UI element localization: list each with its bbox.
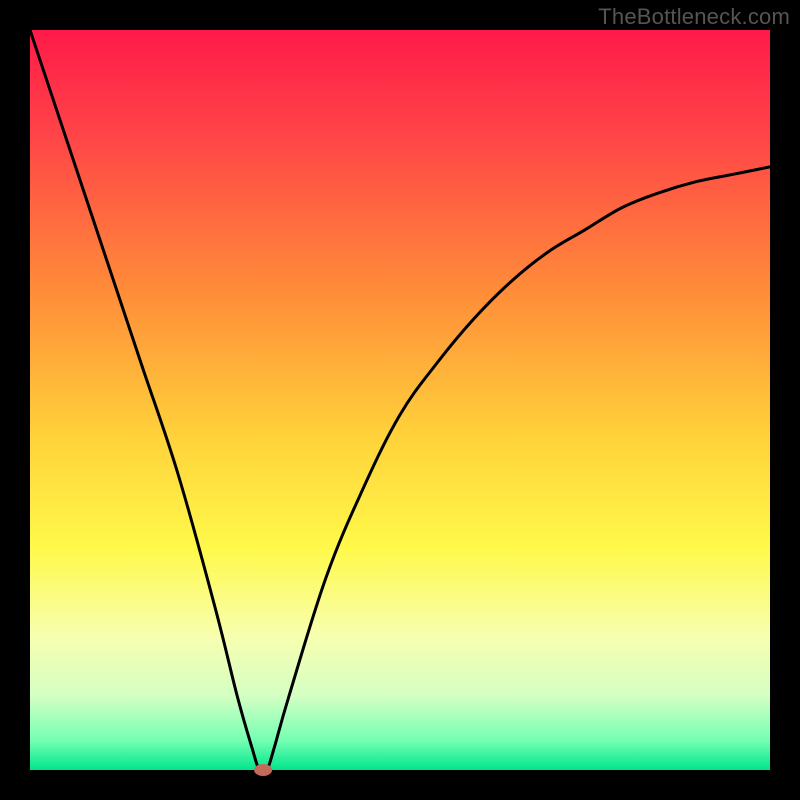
optimum-marker bbox=[254, 764, 272, 776]
bottleneck-chart bbox=[0, 0, 800, 800]
chart-frame: TheBottleneck.com bbox=[0, 0, 800, 800]
watermark-text: TheBottleneck.com bbox=[598, 4, 790, 30]
plot-background bbox=[30, 30, 770, 770]
